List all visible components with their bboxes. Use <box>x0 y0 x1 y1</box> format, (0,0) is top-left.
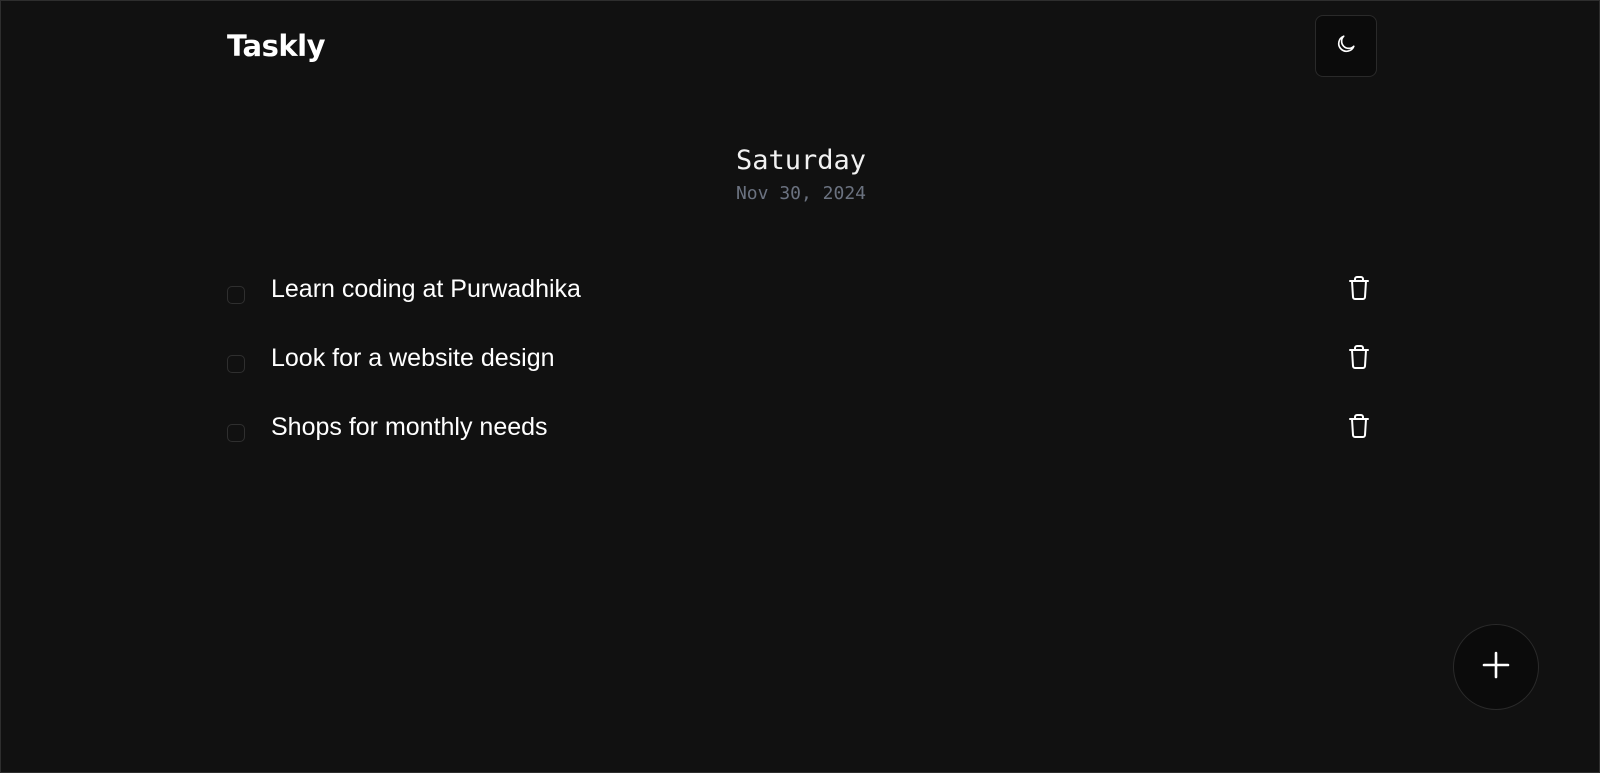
task-label: Learn coding at Purwadhika <box>271 275 581 303</box>
delete-task-button[interactable] <box>1345 413 1373 444</box>
app-logo: Taskly <box>227 29 326 63</box>
add-task-button[interactable] <box>1453 624 1539 710</box>
date-heading: Saturday Nov 30, 2024 <box>1 143 1600 205</box>
trash-icon <box>1347 275 1371 306</box>
task-item: Look for a website design <box>227 336 1377 405</box>
plus-icon <box>1481 650 1511 685</box>
trash-icon <box>1347 413 1371 444</box>
date-text: Nov 30, 2024 <box>735 183 867 204</box>
app-frame: Taskly Saturday Nov 30, 2024 Learn codin… <box>0 0 1600 773</box>
header: Taskly <box>227 15 1377 77</box>
task-label: Look for a website design <box>271 344 555 372</box>
day-name: Saturday <box>735 145 867 176</box>
task-checkbox[interactable] <box>227 355 245 373</box>
delete-task-button[interactable] <box>1345 275 1373 306</box>
moon-icon <box>1335 33 1357 60</box>
task-checkbox[interactable] <box>227 424 245 442</box>
delete-task-button[interactable] <box>1345 344 1373 375</box>
task-checkbox[interactable] <box>227 286 245 304</box>
task-item: Shops for monthly needs <box>227 405 1377 474</box>
trash-icon <box>1347 344 1371 375</box>
task-list: Learn coding at Purwadhika Look for a we… <box>227 267 1377 474</box>
task-label: Shops for monthly needs <box>271 413 548 441</box>
task-item: Learn coding at Purwadhika <box>227 267 1377 336</box>
theme-toggle-button[interactable] <box>1315 15 1377 77</box>
